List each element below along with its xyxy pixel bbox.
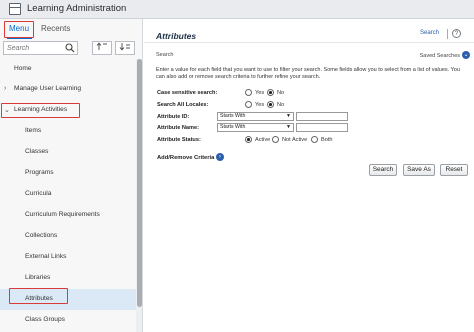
search-icon[interactable] <box>65 43 75 53</box>
search-help-link[interactable]: Search <box>420 30 439 36</box>
nav-item-home[interactable]: Home <box>0 59 136 80</box>
left-panel: Menu Recents Home <box>0 19 143 332</box>
main-header: Attributes Search ? <box>144 19 474 43</box>
nav-item-label: Programs <box>25 169 54 176</box>
nav-item-classes[interactable]: Classes <box>0 142 136 163</box>
radio-label: Yes <box>255 102 265 108</box>
nav-item-label: Curriculum Requirements <box>25 211 100 218</box>
radio-label: Both <box>321 137 333 143</box>
chevron-right-icon: › <box>4 85 7 92</box>
instructions-text: Enter a value for each field that you wa… <box>156 67 460 81</box>
chevron-down-icon: ▼ <box>286 124 291 130</box>
nav-item-collections[interactable]: Collections <box>0 226 136 247</box>
chevron-down-icon[interactable]: ⌄ <box>462 51 470 59</box>
window-icon <box>9 3 21 15</box>
nav-item-label: Curricula <box>25 190 52 197</box>
page-title: Attributes <box>156 31 197 41</box>
nav-item-class-groups[interactable]: Class Groups <box>0 310 136 331</box>
attribute-status-label: Attribute Status: <box>157 137 201 143</box>
status-active-radio[interactable] <box>245 136 252 143</box>
attribute-name-label: Attribute Name: <box>157 125 199 131</box>
all-locales-label: Search All Locales: <box>157 102 209 108</box>
tab-recents[interactable]: Recents <box>41 24 70 33</box>
nav-item-curriculum-requirements[interactable]: Curriculum Requirements <box>0 205 136 226</box>
search-row <box>0 39 142 58</box>
nav-item-attributes[interactable]: Attributes <box>0 289 136 310</box>
radio-label: No <box>277 90 285 96</box>
nav-item-label: Class Groups <box>25 316 65 323</box>
search-button[interactable]: Search <box>369 164 397 176</box>
collapse-all-icon <box>96 42 107 50</box>
status-both-radio[interactable] <box>311 136 318 143</box>
attribute-status-row: Attribute Status: Active Not Active Both <box>157 135 457 146</box>
attribute-name-input[interactable] <box>296 123 348 132</box>
case-sensitive-row: Case sensitive search: Yes No <box>157 88 457 99</box>
select-value: Starts With <box>220 113 246 119</box>
case-sensitive-label: Case sensitive search: <box>157 90 218 96</box>
nav-item-label: Attributes <box>25 295 53 302</box>
nav-item-label: Libraries <box>25 274 51 281</box>
all-locales-row: Search All Locales: Yes No <box>157 100 457 111</box>
attribute-id-input[interactable] <box>296 112 348 121</box>
nav-item-label: Home <box>14 65 32 72</box>
add-remove-criteria-label[interactable]: Add/Remove Criteria <box>157 155 214 161</box>
nav-scrollbar-thumb[interactable] <box>137 59 142 307</box>
all-locales-no-radio[interactable] <box>267 101 274 108</box>
help-icon[interactable]: ? <box>452 29 461 38</box>
radio-label: Active <box>255 137 271 143</box>
radio-label: Not Active <box>282 137 308 143</box>
save-as-button[interactable]: Save As <box>403 164 435 176</box>
panel-tabs: Menu Recents <box>0 19 142 39</box>
nav-item-items[interactable]: Items <box>0 121 136 142</box>
case-sensitive-yes-radio[interactable] <box>245 89 252 96</box>
nav-item-libraries[interactable]: Libraries <box>0 268 136 289</box>
section-label: Search <box>156 52 174 58</box>
nav-item-curricula[interactable]: Curricula <box>0 184 136 205</box>
main-panel: Attributes Search ? Search Saved Searche… <box>144 19 474 332</box>
nav-item-label: Items <box>25 127 42 134</box>
nav-item-learning-activities[interactable]: ⌄ Learning Activities <box>0 100 136 121</box>
expand-all-icon <box>119 43 130 51</box>
tab-menu[interactable]: Menu <box>9 24 29 33</box>
title-bar: Learning Administration <box>0 0 474 19</box>
collapse-all-button[interactable] <box>92 41 112 55</box>
header-divider <box>447 29 448 39</box>
nav-item-label: Collections <box>25 232 58 239</box>
nav-item-label: Learning Activities <box>14 106 68 113</box>
attribute-id-row: Attribute ID: Starts With ▼ <box>157 112 457 123</box>
attribute-name-row: Attribute Name: Starts With ▼ <box>157 123 457 134</box>
nav-item-label: Manage User Learning <box>14 85 82 92</box>
attribute-name-operator-select[interactable]: Starts With ▼ <box>217 123 294 132</box>
saved-searches-link[interactable]: Saved Searches <box>420 53 460 59</box>
radio-label: No <box>277 102 285 108</box>
radio-label: Yes <box>255 90 265 96</box>
chevron-down-icon: ▼ <box>286 113 291 119</box>
expand-all-button[interactable] <box>115 41 135 55</box>
nav-item-label: External Links <box>25 253 67 260</box>
chevron-down-icon: ⌄ <box>4 107 10 114</box>
all-locales-yes-radio[interactable] <box>245 101 252 108</box>
select-value: Starts With <box>220 124 246 130</box>
nav-item-external-links[interactable]: External Links <box>0 247 136 268</box>
nav-item-programs[interactable]: Programs <box>0 163 136 184</box>
case-sensitive-no-radio[interactable] <box>267 89 274 96</box>
attribute-id-label: Attribute ID: <box>157 114 190 120</box>
attribute-id-operator-select[interactable]: Starts With ▼ <box>217 112 294 121</box>
status-not-active-radio[interactable] <box>272 136 279 143</box>
add-remove-criteria-icon[interactable]: › <box>216 153 224 161</box>
nav-item-manage-user-learning[interactable]: › Manage User Learning <box>0 79 136 100</box>
app-title: Learning Administration <box>27 3 127 14</box>
reset-button[interactable]: Reset <box>440 164 468 176</box>
nav-item-label: Classes <box>25 148 49 155</box>
